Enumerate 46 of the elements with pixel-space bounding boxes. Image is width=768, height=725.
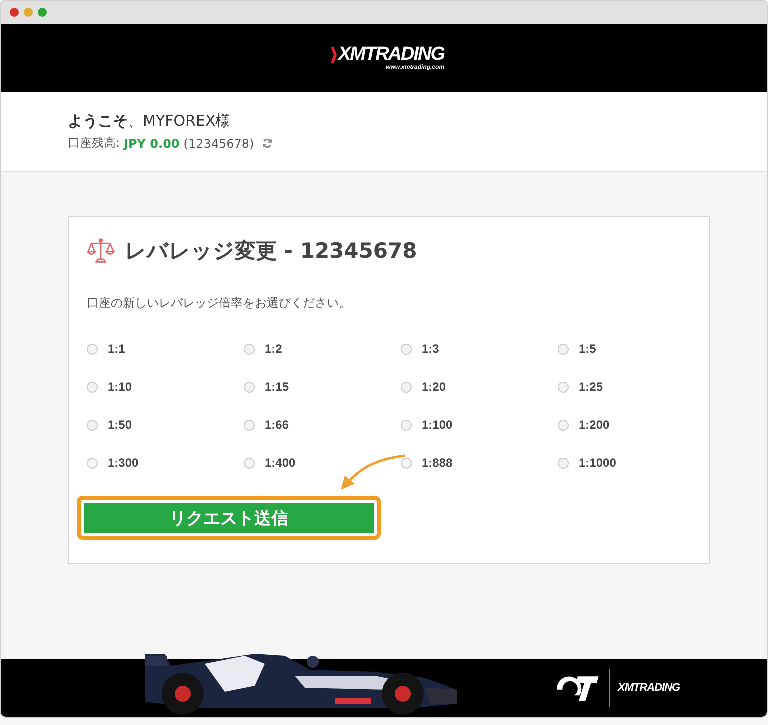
leverage-radio[interactable] bbox=[244, 382, 255, 392]
leverage-option-label[interactable]: 1:100 bbox=[422, 418, 453, 432]
leverage-radio[interactable] bbox=[401, 344, 412, 354]
leverage-option-label[interactable]: 1:25 bbox=[579, 380, 604, 394]
leverage-option-label[interactable]: 1:50 bbox=[108, 418, 132, 432]
logo-mark-icon bbox=[331, 47, 338, 63]
leverage-radio[interactable] bbox=[401, 458, 412, 468]
leverage-radio[interactable] bbox=[244, 344, 255, 354]
leverage-radio[interactable] bbox=[558, 344, 569, 354]
leverage-option-label[interactable]: 1:2 bbox=[265, 342, 282, 356]
leverage-option-label[interactable]: 1:5 bbox=[579, 342, 596, 356]
leverage-radio[interactable] bbox=[558, 420, 569, 430]
brand-logo[interactable]: XMTRADING bbox=[338, 45, 445, 65]
welcome-text: ようこそ、MYFOREX様 bbox=[68, 112, 232, 131]
maximize-window-icon[interactable] bbox=[38, 8, 47, 17]
leverage-option-label[interactable]: 1:66 bbox=[265, 418, 290, 432]
leverage-radio[interactable] bbox=[87, 458, 98, 468]
minimize-window-icon[interactable] bbox=[24, 8, 33, 17]
leverage-option-label[interactable]: 1:10 bbox=[108, 380, 132, 394]
account-number: (12345678) bbox=[184, 136, 254, 150]
leverage-radio[interactable] bbox=[87, 382, 98, 392]
balance-label: 口座残高: bbox=[68, 135, 120, 152]
scale-icon bbox=[87, 237, 115, 265]
leverage-option-label[interactable]: 1:200 bbox=[579, 418, 610, 432]
leverage-option-label[interactable]: 1:3 bbox=[422, 342, 440, 356]
leverage-option-label[interactable]: 1:300 bbox=[108, 456, 139, 470]
leverage-option-label[interactable]: 1:15 bbox=[265, 380, 290, 394]
balance-value: JPY 0.00 bbox=[124, 136, 180, 150]
leverage-option-label[interactable]: 1:1000 bbox=[579, 456, 616, 470]
close-window-icon[interactable] bbox=[10, 8, 19, 17]
leverage-radio[interactable] bbox=[401, 382, 412, 392]
leverage-option-label[interactable]: 1:1 bbox=[108, 342, 126, 356]
card-title: レバレッジ変更 - 12345678 bbox=[125, 238, 418, 265]
leverage-option-label[interactable]: 1:400 bbox=[265, 456, 296, 470]
instruction-text: 口座の新しいレバレッジ倍率をお選びください。 bbox=[87, 295, 352, 312]
refresh-icon[interactable] bbox=[262, 138, 274, 149]
footer-brand-logo: XMTRADING bbox=[618, 682, 680, 694]
leverage-radio[interactable] bbox=[401, 420, 412, 430]
leverage-radio[interactable] bbox=[87, 420, 98, 430]
leverage-radio[interactable] bbox=[558, 458, 569, 468]
leverage-option-label[interactable]: 1:20 bbox=[422, 380, 446, 394]
leverage-option-label[interactable]: 1:888 bbox=[422, 456, 453, 470]
leverage-radio[interactable] bbox=[244, 458, 255, 468]
leverage-radio[interactable] bbox=[558, 382, 569, 392]
leverage-radio[interactable] bbox=[87, 344, 98, 354]
leverage-radio[interactable] bbox=[244, 420, 255, 430]
